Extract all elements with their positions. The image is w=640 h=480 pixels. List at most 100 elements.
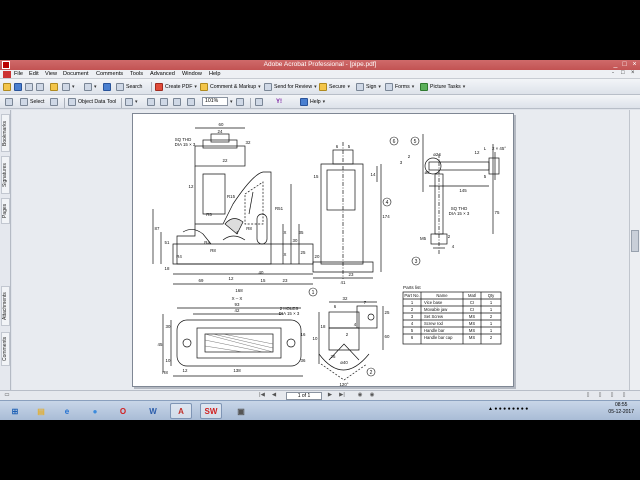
menu-edit[interactable]: Edit <box>29 71 39 77</box>
continuous-facing-button[interactable]: ▯ <box>620 392 628 399</box>
forms-icon <box>385 83 393 91</box>
desktop-screen: Adobe Acrobat Professional - [pipe.pdf] … <box>0 0 640 480</box>
taskbar-solidworks-button[interactable]: SW <box>200 403 222 419</box>
last-page-button[interactable]: ▶| <box>338 392 346 399</box>
fit-width-button[interactable] <box>173 97 181 107</box>
menu-view[interactable]: View <box>45 71 57 77</box>
vertical-scrollbar[interactable] <box>629 110 640 390</box>
taskbar-internet-explorer-button[interactable]: e <box>56 403 78 419</box>
page-number-field[interactable]: 1 of 1 <box>286 392 322 400</box>
doc-restore-button[interactable]: □ <box>621 70 625 76</box>
dimension-label: 174 <box>382 214 390 219</box>
attach-button[interactable]: ▾ <box>62 82 75 92</box>
email-button[interactable] <box>36 82 44 92</box>
open-button[interactable] <box>3 82 11 92</box>
snapshot-button[interactable] <box>50 97 58 107</box>
secure-button[interactable]: Secure ▾ <box>319 82 350 92</box>
tab-bookmarks[interactable]: Bookmarks <box>1 114 10 152</box>
help-icon <box>300 98 308 106</box>
picture-tasks-button[interactable]: Picture Tasks ▾ <box>420 82 465 92</box>
menu-comments[interactable]: Comments <box>96 71 123 77</box>
tab-attachments[interactable]: Attachments <box>1 286 10 326</box>
single-page-button[interactable]: ▯ <box>584 392 592 399</box>
dimension-label: M5 <box>420 236 427 241</box>
taskbar-explorer-button[interactable]: ▤ <box>30 403 52 419</box>
zoom-level-input[interactable]: 101% <box>202 97 228 106</box>
print-button[interactable] <box>25 82 33 92</box>
globe-icon <box>103 83 111 91</box>
doc-close-button[interactable]: × <box>631 70 635 76</box>
tab-pages[interactable]: Pages <box>1 198 10 224</box>
dimension-label: L <box>484 146 487 151</box>
system-clock[interactable]: 08:55 05-12-2017 <box>608 402 634 416</box>
menu-advanced[interactable]: Advanced <box>150 71 175 77</box>
document-icon[interactable] <box>3 71 11 78</box>
browse-button[interactable] <box>103 82 111 92</box>
rotate-button[interactable] <box>255 97 263 107</box>
save-button[interactable] <box>14 82 22 92</box>
table-cell: 5 <box>411 328 414 333</box>
email-icon <box>36 83 44 91</box>
table-header: Qty <box>488 293 495 298</box>
edit-tool-button[interactable]: ▾ <box>84 82 97 92</box>
minimize-button[interactable]: _ <box>611 61 620 69</box>
document-viewport[interactable]: 6 5 4 3 1 2 60 24 SQ THD DIA 15 × 3 32 2… <box>12 110 629 390</box>
scrollbar-thumb[interactable] <box>631 230 639 252</box>
menu-file[interactable]: File <box>14 71 23 77</box>
help-button[interactable]: Help ▾ <box>300 97 325 107</box>
menu-document[interactable]: Document <box>63 71 89 77</box>
balloon-label: 4 <box>386 200 389 206</box>
actual-size-button[interactable] <box>147 97 155 107</box>
previous-view-button[interactable]: ◉ <box>356 392 364 399</box>
comment-markup-button[interactable]: Comment & Markup ▾ <box>200 82 261 92</box>
zoom-in-button[interactable] <box>236 97 244 107</box>
menu-tools[interactable]: Tools <box>130 71 143 77</box>
menu-window[interactable]: Window <box>182 71 202 77</box>
facing-button[interactable]: ▯ <box>608 392 616 399</box>
taskbar-chrome-button[interactable]: ● <box>84 403 106 419</box>
menu-bar: File Edit View Document Comments Tools A… <box>0 70 640 79</box>
send-review-label: Send for Review <box>274 84 313 90</box>
yahoo-button[interactable]: Y! <box>276 97 282 107</box>
object-data-tool-button[interactable]: Object Data Tool <box>68 97 116 107</box>
tab-comments[interactable]: Comments <box>1 332 10 366</box>
continuous-button[interactable]: ▯ <box>596 392 604 399</box>
taskbar-word-button[interactable]: W <box>142 403 164 419</box>
menu-help[interactable]: Help <box>209 71 221 77</box>
tab-signatures[interactable]: Signatures <box>1 156 10 194</box>
zoom-out-button[interactable] <box>187 97 195 107</box>
fit-page-button[interactable] <box>160 97 168 107</box>
create-pdf-label: Create PDF <box>165 84 193 90</box>
create-pdf-button[interactable]: Create PDF ▾ <box>155 82 197 92</box>
chevron-down-icon: ▾ <box>378 84 381 90</box>
select-tool-button[interactable]: Select <box>20 97 44 107</box>
sign-button[interactable]: Sign ▾ <box>356 82 381 92</box>
search-button[interactable]: Search <box>116 82 142 92</box>
send-review-button[interactable]: Send for Review ▾ <box>264 82 317 92</box>
organizer-button[interactable] <box>50 82 58 92</box>
maximize-button[interactable]: □ <box>620 61 629 69</box>
zoom-dropdown[interactable]: ▾ <box>230 97 233 107</box>
table-cell: CI <box>470 300 474 305</box>
search-label: Search <box>126 84 143 90</box>
forms-button[interactable]: Forms ▾ <box>385 82 414 92</box>
clock-time: 08:55 <box>614 402 628 408</box>
taskbar-acrobat-button[interactable]: A <box>170 403 192 419</box>
balloon-label: 5 <box>414 139 417 145</box>
close-button[interactable]: × <box>630 61 639 69</box>
taskbar-opera-button[interactable]: O <box>112 403 134 419</box>
zoom-tool-button[interactable]: ▾ <box>125 97 138 107</box>
page-layout-icon[interactable]: ▭ <box>3 392 11 399</box>
dimension-label: 14 <box>371 172 376 177</box>
first-page-button[interactable]: |◀ <box>258 392 266 399</box>
next-page-button[interactable]: ▶ <box>326 392 334 399</box>
table-cell: 1 <box>411 300 414 305</box>
dimension-label: 4 <box>452 244 455 249</box>
next-view-button[interactable]: ◉ <box>368 392 376 399</box>
previous-page-button[interactable]: ◀ <box>270 392 278 399</box>
tray-icons[interactable]: ▲ ● ● ● ● ● ● ● ● <box>488 406 528 412</box>
start-button[interactable]: ⊞ <box>4 403 26 419</box>
taskbar-media-button[interactable]: ▣ <box>230 403 252 419</box>
doc-minimize-button[interactable]: - <box>612 70 614 76</box>
hand-tool-button[interactable] <box>5 97 13 107</box>
